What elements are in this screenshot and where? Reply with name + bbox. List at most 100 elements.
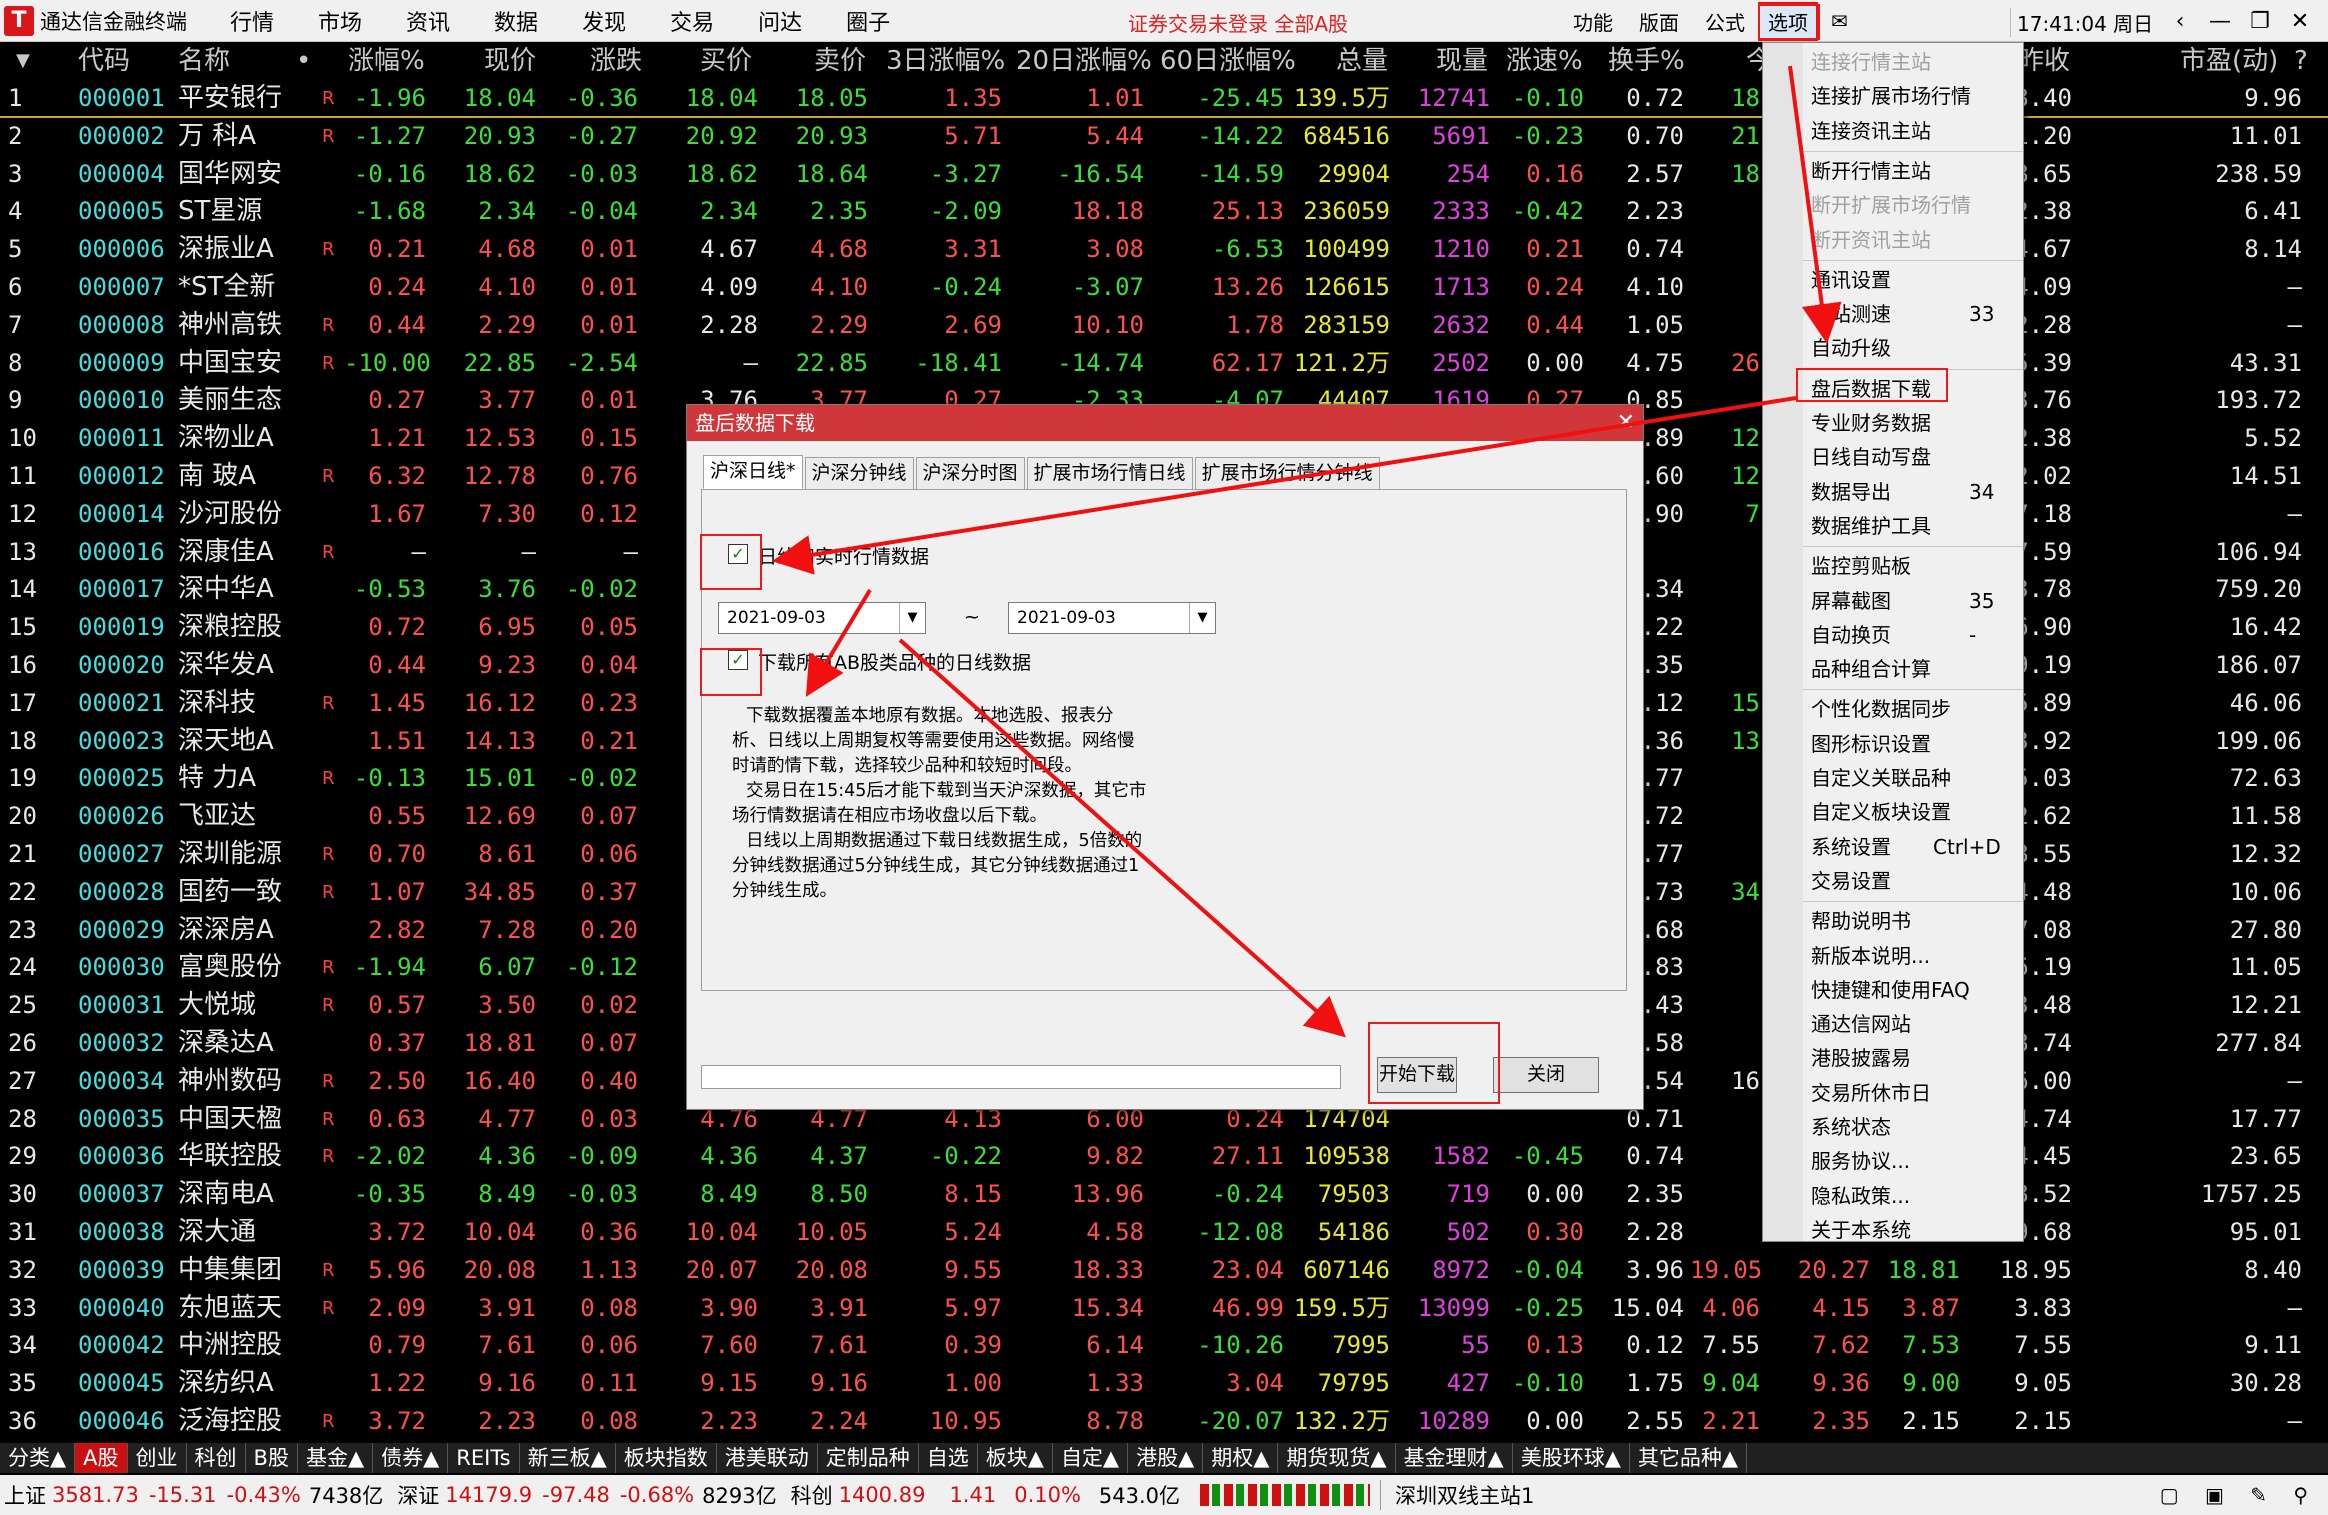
menu-item[interactable]: 连接资讯主站 [1763, 116, 2023, 146]
header-8[interactable]: 3日涨幅% [886, 44, 1005, 78]
market-tab-0[interactable]: 分类▲ [0, 1443, 76, 1473]
menu-item[interactable]: 数据维护工具 [1763, 511, 2023, 541]
restore-button[interactable]: ❐ [2240, 4, 2280, 38]
menu-item[interactable]: 屏幕截图 35 [1763, 586, 2023, 616]
market-tab-4[interactable]: B股 [246, 1443, 298, 1473]
menu-item[interactable]: 通达信网站 [1763, 1009, 2023, 1039]
dialog-close-icon[interactable]: ✕ [1617, 405, 1635, 441]
menu-6[interactable]: 问达 [736, 5, 824, 37]
market-tab-20[interactable]: 其它品种▲ [1630, 1443, 1748, 1473]
menu-1[interactable]: 市场 [296, 5, 384, 37]
header-5[interactable]: 涨跌 [590, 44, 642, 78]
sort-icon[interactable]: ▼ [16, 44, 30, 78]
menu-2[interactable]: 资讯 [384, 5, 472, 37]
minimize-button[interactable]: — [2200, 4, 2240, 38]
menu-item[interactable]: 港股披露易 [1763, 1043, 2023, 1073]
menu-0[interactable]: 行情 [208, 5, 296, 37]
menu-item[interactable]: 自动换页 - [1763, 620, 2023, 650]
header-17[interactable]: 市盈(动) [2180, 44, 2278, 78]
header-13[interactable]: 涨速% [1506, 44, 1583, 78]
menu-3[interactable]: 数据 [472, 5, 560, 37]
menu-item[interactable]: 关于本系统 [1763, 1215, 2023, 1245]
market-tab-11[interactable]: 定制品种 [818, 1443, 919, 1473]
mail-icon[interactable]: ✉ [1818, 9, 1861, 33]
login-warning[interactable]: 证券交易未登录 全部A股 [1128, 8, 1348, 37]
menu-item[interactable]: 连接扩展市场行情 [1763, 81, 2023, 111]
menu-item[interactable]: 系统状态 [1763, 1112, 2023, 1142]
menu-item[interactable]: 主站测速 33 [1763, 299, 2023, 329]
header-16[interactable]: 昨收 [2018, 44, 2070, 78]
menu-item[interactable]: 图形标识设置 [1763, 729, 2023, 759]
table-row[interactable]: 34 000042 中洲控股 0.79 7.61 0.06 7.60 7.61 0.39 6.14… [0, 1327, 2328, 1365]
header-18[interactable]: ? [2294, 44, 2308, 78]
market-tab-9[interactable]: 板块指数 [616, 1443, 717, 1473]
menu-item[interactable]: 品种组合计算 [1763, 654, 2023, 684]
right-menu-1[interactable]: 版面 [1626, 7, 1692, 36]
right-menu-2[interactable]: 公式 [1692, 7, 1758, 36]
market-tab-18[interactable]: 基金理财▲ [1396, 1443, 1513, 1473]
menu-item[interactable]: 个性化数据同步 [1763, 694, 2023, 724]
header-4[interactable]: 现价 [484, 44, 536, 78]
menu-item[interactable]: 监控剪贴板 [1763, 551, 2023, 581]
menu-item[interactable]: 专业财务数据 [1763, 408, 2023, 438]
menu-item[interactable]: 服务协议... [1763, 1146, 2023, 1176]
market-tab-15[interactable]: 港股▲ [1128, 1443, 1204, 1473]
dialog-tab-2[interactable]: 沪深分时图 [915, 457, 1025, 489]
market-tab-12[interactable]: 自选 [919, 1443, 978, 1473]
header-11[interactable]: 总量 [1336, 44, 1388, 78]
market-tab-1[interactable]: A股 [75, 1443, 128, 1473]
market-tab-17[interactable]: 期货现货▲ [1278, 1443, 1396, 1473]
market-tab-13[interactable]: 板块▲ [978, 1443, 1053, 1473]
header-3[interactable]: 涨幅% [348, 44, 425, 78]
dialog-close-button[interactable]: 关闭 [1493, 1057, 1599, 1093]
header-12[interactable]: 现量 [1436, 44, 1488, 78]
menu-item[interactable]: 自定义板块设置 [1763, 797, 2023, 827]
header-6[interactable]: 买价 [700, 44, 752, 78]
market-tab-19[interactable]: 美股环球▲ [1513, 1443, 1630, 1473]
table-row[interactable]: 32 000039 中集集团 R 5.96 20.08 1.13 20.07 20.08 9.55… [0, 1252, 2328, 1290]
dialog-tab-3[interactable]: 扩展市场行情日线 [1026, 457, 1193, 489]
menu-item[interactable]: 自动升级 [1763, 333, 2023, 363]
menu-item[interactable]: 交易设置 [1763, 866, 2023, 896]
market-tab-2[interactable]: 创业 [128, 1443, 187, 1473]
menu-item[interactable]: 断开行情主站 [1763, 156, 2023, 186]
header-9[interactable]: 20日涨幅% [1016, 44, 1152, 78]
chevron-down-icon[interactable]: ▼ [899, 603, 925, 633]
menu-4[interactable]: 发现 [560, 5, 648, 37]
header-14[interactable]: 换手% [1608, 44, 1685, 78]
menu-item[interactable]: 帮助说明书 [1763, 906, 2023, 936]
menu-5[interactable]: 交易 [648, 5, 736, 37]
back-icon[interactable]: ‹ [2160, 4, 2200, 38]
menu-item[interactable]: 新版本说明... [1763, 941, 2023, 971]
header-1[interactable]: 名称 [178, 44, 230, 78]
table-row[interactable]: 35 000045 深纺织A 1.22 9.16 0.11 9.15 9.16 1.00 1.33… [0, 1365, 2328, 1403]
market-tab-8[interactable]: 新三板▲ [520, 1443, 616, 1473]
market-tab-5[interactable]: 基金▲ [298, 1443, 374, 1473]
date-from-picker[interactable]: 2021-09-03 ▼ [718, 602, 926, 634]
menu-item[interactable]: 系统设置 Ctrl+D [1763, 832, 2023, 862]
market-tab-10[interactable]: 港美联动 [717, 1443, 818, 1473]
header-7[interactable]: 卖价 [814, 44, 866, 78]
market-tab-3[interactable]: 科创 [187, 1443, 246, 1473]
date-to-picker[interactable]: 2021-09-03 ▼ [1008, 602, 1216, 634]
header-2[interactable]: • [296, 44, 311, 78]
chevron-down-icon[interactable]: ▼ [1189, 603, 1215, 633]
market-tab-14[interactable]: 自定▲ [1053, 1443, 1129, 1473]
right-menu-0[interactable]: 功能 [1560, 7, 1626, 36]
table-row[interactable]: 33 000040 东旭蓝天 R 2.09 3.91 0.08 3.90 3.91 5.97 15.… [0, 1290, 2328, 1328]
menu-item[interactable]: 快捷键和使用FAQ [1763, 975, 2023, 1005]
dialog-tab-0[interactable]: 沪深日线* [703, 455, 803, 489]
dialog-tab-1[interactable]: 沪深分钟线 [804, 457, 914, 489]
table-row[interactable]: 36 000046 泛海控股 R 3.72 2.23 0.08 2.23 2.24 10.95 8.… [0, 1403, 2328, 1441]
header-10[interactable]: 60日涨幅% [1160, 44, 1296, 78]
market-tab-6[interactable]: 债券▲ [373, 1443, 449, 1473]
menu-item[interactable]: 通讯设置 [1763, 265, 2023, 295]
market-tab-16[interactable]: 期权▲ [1203, 1443, 1279, 1473]
header-0[interactable]: 代码 [78, 44, 130, 78]
close-button[interactable]: ✕ [2280, 4, 2320, 38]
status-icons[interactable]: ▢ ▣ ✎ ⚲ [2160, 1483, 2318, 1507]
menu-item[interactable]: 日线自动写盘 [1763, 442, 2023, 472]
menu-item[interactable]: 自定义关联品种 [1763, 763, 2023, 793]
menu-item[interactable]: 隐私政策... [1763, 1181, 2023, 1211]
dialog-tab-4[interactable]: 扩展市场行情分钟线 [1194, 457, 1380, 489]
